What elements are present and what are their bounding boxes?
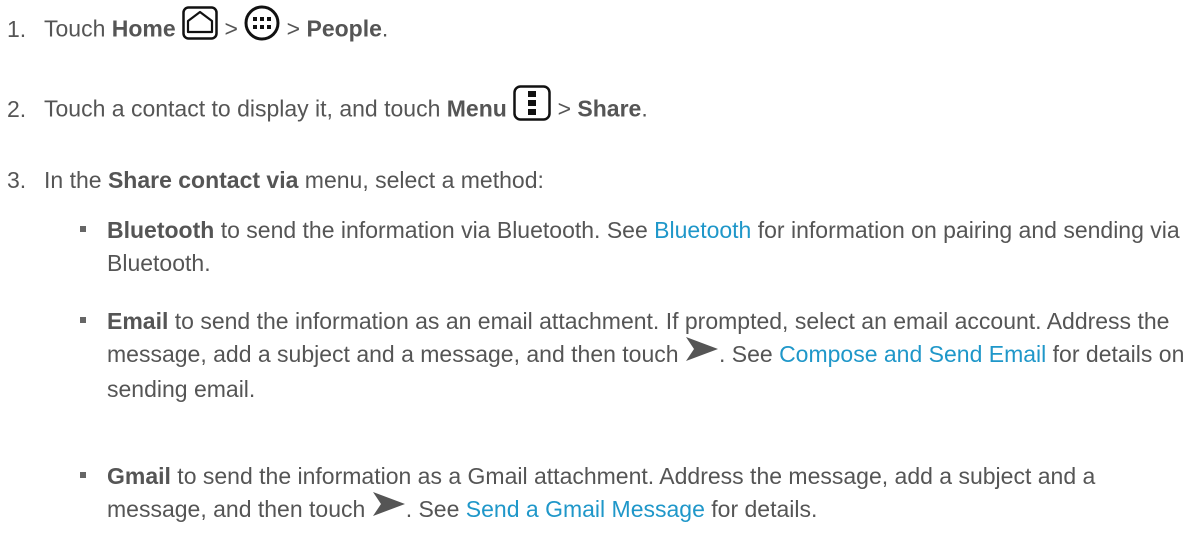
period: .: [381, 15, 389, 42]
step-3: 3. In the Share contact via menu, select …: [7, 164, 544, 197]
bullet-email: Email to send the information as an emai…: [80, 305, 1200, 406]
bullet-text: . See: [405, 496, 466, 522]
menu-label: Menu: [446, 95, 507, 122]
gmail-term: Gmail: [107, 463, 171, 489]
bullet-bluetooth: Bluetooth to send the information via Bl…: [80, 214, 1200, 280]
home-label: Home: [111, 15, 176, 42]
send-icon: [372, 491, 406, 526]
bluetooth-link[interactable]: Bluetooth: [654, 217, 751, 243]
separator: >: [551, 95, 578, 122]
step-text: In the: [44, 167, 108, 193]
people-label: People: [306, 15, 382, 42]
bluetooth-term: Bluetooth: [107, 217, 215, 243]
send-gmail-message-link[interactable]: Send a Gmail Message: [466, 496, 705, 522]
apps-icon: [244, 5, 280, 50]
separator: >: [280, 15, 307, 42]
bullet-text: to send the information via Bluetooth. S…: [214, 217, 655, 243]
step-2: 2. Touch a contact to display it, and tou…: [7, 85, 648, 133]
step-text: Touch a contact to display it, and touch: [44, 95, 447, 122]
email-term: Email: [107, 308, 169, 334]
bullet-mark: [80, 226, 86, 232]
send-icon: [685, 336, 719, 371]
period: .: [641, 95, 648, 122]
compose-send-email-link[interactable]: Compose and Send Email: [779, 341, 1046, 367]
share-contact-via-label: Share contact via: [107, 167, 299, 193]
bullet-gmail: Gmail to send the information as a Gmail…: [80, 460, 1200, 528]
menu-icon: [513, 85, 551, 130]
separator: >: [218, 15, 245, 42]
step-number: 1.: [7, 15, 27, 42]
home-icon: [182, 6, 218, 49]
step-text: menu, select a method:: [298, 167, 544, 193]
bullet-text: . See: [718, 341, 780, 367]
step-1: 1. Touch Home > > People.: [7, 5, 389, 53]
share-label: Share: [577, 95, 642, 122]
step-text: Touch: [44, 15, 112, 42]
bullet-mark: [80, 472, 86, 478]
bullet-mark: [80, 317, 86, 323]
step-number: 3.: [7, 167, 27, 193]
step-number: 2.: [7, 95, 27, 122]
bullet-text: for details.: [704, 496, 818, 522]
